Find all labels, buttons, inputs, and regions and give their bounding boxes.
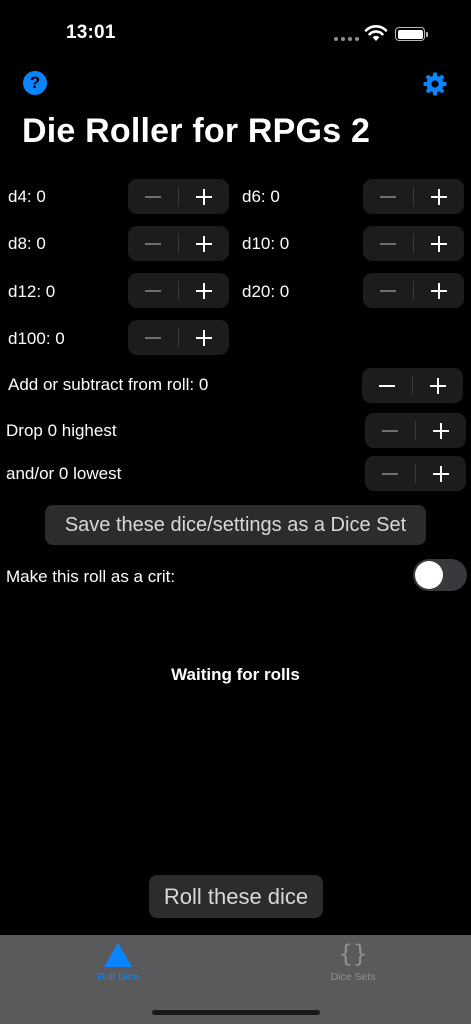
d100-stepper[interactable] xyxy=(128,320,229,355)
plus-icon xyxy=(431,188,447,205)
drop-highest-increment-button[interactable] xyxy=(416,413,466,448)
drop-highest-decrement-button[interactable] xyxy=(365,413,415,448)
plus-icon xyxy=(196,329,212,346)
minus-icon xyxy=(379,384,395,387)
drop-highest-label: Drop 0 highest xyxy=(6,421,117,440)
plus-icon xyxy=(430,377,446,394)
d100-decrement-button[interactable] xyxy=(128,320,178,355)
d20-increment-button[interactable] xyxy=(414,273,464,308)
d20-label: d20: 0 xyxy=(242,282,290,301)
d10-stepper[interactable] xyxy=(363,226,464,261)
d4-increment-button[interactable] xyxy=(179,179,229,214)
plus-icon xyxy=(196,188,212,205)
braces-icon: {} xyxy=(338,940,368,968)
plus-icon xyxy=(196,282,212,299)
minus-icon xyxy=(382,472,398,475)
d6-stepper[interactable] xyxy=(363,179,464,214)
roll-result-text: Waiting for rolls xyxy=(171,665,300,684)
d12-decrement-button[interactable] xyxy=(128,273,178,308)
d12-stepper[interactable] xyxy=(128,273,229,308)
d6-label: d6: 0 xyxy=(242,187,280,206)
minus-icon xyxy=(145,242,161,245)
modifier-stepper[interactable] xyxy=(362,368,463,403)
drop-highest-stepper[interactable] xyxy=(365,413,466,448)
d20-stepper[interactable] xyxy=(363,273,464,308)
plus-icon xyxy=(431,282,447,299)
crit-toggle[interactable] xyxy=(413,559,467,591)
d6-decrement-button[interactable] xyxy=(363,179,413,214)
status-time: 13:01 xyxy=(66,22,116,43)
plus-icon xyxy=(431,235,447,252)
cellular-signal-icon xyxy=(334,37,359,41)
minus-icon xyxy=(145,289,161,292)
drop-lowest-increment-button[interactable] xyxy=(416,456,466,491)
d10-increment-button[interactable] xyxy=(414,226,464,261)
d8-decrement-button[interactable] xyxy=(128,226,178,261)
d12-increment-button[interactable] xyxy=(179,273,229,308)
minus-icon xyxy=(380,242,396,245)
minus-icon xyxy=(145,336,161,339)
help-icon[interactable]: ? xyxy=(23,71,47,95)
drop-lowest-label: and/or 0 lowest xyxy=(6,464,122,483)
d10-decrement-button[interactable] xyxy=(363,226,413,261)
plus-icon xyxy=(196,235,212,252)
save-dice-set-button[interactable]: Save these dice/settings as a Dice Set xyxy=(45,505,426,545)
plus-icon xyxy=(433,465,449,482)
minus-icon xyxy=(145,195,161,198)
wifi-icon xyxy=(364,24,388,41)
modifier-decrement-button[interactable] xyxy=(362,368,412,403)
d6-increment-button[interactable] xyxy=(414,179,464,214)
d8-stepper[interactable] xyxy=(128,226,229,261)
d100-increment-button[interactable] xyxy=(179,320,229,355)
modifier-increment-button[interactable] xyxy=(413,368,463,403)
minus-icon xyxy=(380,195,396,198)
drop-lowest-stepper[interactable] xyxy=(365,456,466,491)
plus-icon xyxy=(433,422,449,439)
roll-dice-button[interactable]: Roll these dice xyxy=(149,875,323,918)
d12-label: d12: 0 xyxy=(8,282,56,301)
d10-label: d10: 0 xyxy=(242,234,290,253)
d8-label: d8: 0 xyxy=(8,234,46,253)
drop-lowest-decrement-button[interactable] xyxy=(365,456,415,491)
d100-label: d100: 0 xyxy=(8,329,65,348)
d20-decrement-button[interactable] xyxy=(363,273,413,308)
d4-stepper[interactable] xyxy=(128,179,229,214)
d8-increment-button[interactable] xyxy=(179,226,229,261)
modifier-label: Add or subtract from roll: 0 xyxy=(8,375,209,394)
battery-icon xyxy=(395,27,428,41)
crit-label: Make this roll as a crit: xyxy=(6,567,176,586)
tab-roll-dice-label: Roll Dice xyxy=(96,971,139,983)
tab-dice-sets[interactable]: {} Dice Sets xyxy=(273,935,433,995)
gear-icon[interactable] xyxy=(422,71,448,97)
d4-decrement-button[interactable] xyxy=(128,179,178,214)
minus-icon xyxy=(380,289,396,292)
toggle-knob xyxy=(415,561,443,589)
d4-label: d4: 0 xyxy=(8,187,46,206)
home-indicator xyxy=(152,1010,320,1015)
tab-dice-sets-label: Dice Sets xyxy=(330,971,376,983)
triangle-icon xyxy=(104,943,132,967)
page-title: Die Roller for RPGs 2 xyxy=(22,112,371,150)
minus-icon xyxy=(382,429,398,432)
tab-roll-dice[interactable]: Roll Dice xyxy=(38,935,198,995)
